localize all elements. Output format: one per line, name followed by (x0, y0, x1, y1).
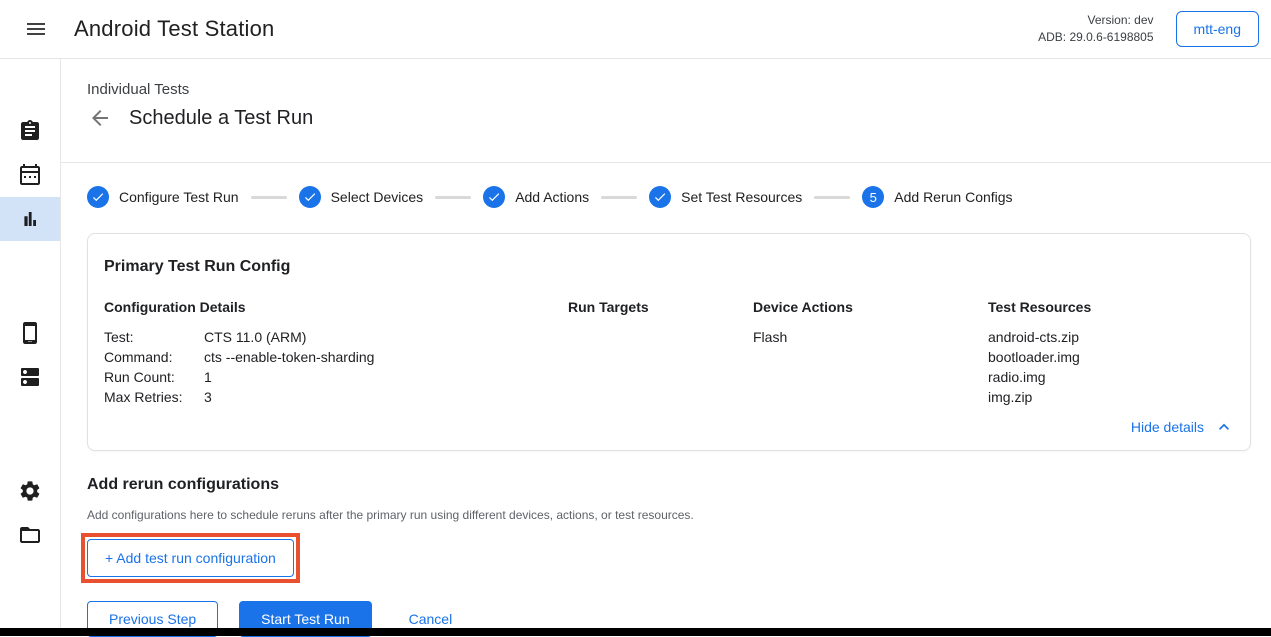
rerun-section: Add rerun configurations Add configurati… (61, 451, 1271, 583)
step-label: Set Test Resources (681, 189, 802, 205)
step-connector (601, 196, 637, 199)
card-title: Primary Test Run Config (104, 258, 1234, 276)
step-connector (814, 196, 850, 199)
config-value: CTS 11.0 (ARM) (204, 327, 568, 347)
config-row-max-retries: Max Retries: 3 (104, 387, 568, 407)
step-label: Configure Test Run (119, 189, 239, 205)
stepper-step-configure-test-run[interactable]: Configure Test Run (87, 186, 239, 208)
page-title: Schedule a Test Run (129, 107, 313, 130)
config-row-command: Command: cts --enable-token-sharding (104, 347, 568, 367)
config-value: 1 (204, 367, 568, 387)
calendar-icon (18, 163, 42, 187)
back-arrow-icon (88, 106, 112, 130)
test-resource-item: img.zip (988, 387, 1234, 407)
main-content: Individual Tests Schedule a Test Run Con… (61, 59, 1271, 637)
sidebar-item-hosts[interactable] (0, 355, 60, 399)
config-label: Run Count: (104, 367, 204, 387)
cancel-button[interactable]: Cancel (409, 611, 453, 627)
version-info: Version: dev ADB: 29.0.6-6198805 (1038, 12, 1153, 46)
step-connector (435, 196, 471, 199)
column-header: Device Actions (753, 299, 988, 315)
step-done-check-icon (483, 186, 505, 208)
sidebar-item-test-plans[interactable] (0, 109, 60, 153)
sidebar-item-schedule[interactable] (0, 153, 60, 197)
server-icon (18, 365, 42, 389)
stepper-step-select-devices[interactable]: Select Devices (299, 186, 424, 208)
clipboard-icon (18, 119, 42, 143)
step-done-check-icon (299, 186, 321, 208)
step-label: Add Actions (515, 189, 589, 205)
hide-details-link[interactable]: Hide details (104, 417, 1234, 437)
sidebar-item-devices[interactable] (0, 311, 60, 355)
step-number-badge: 5 (862, 186, 884, 208)
stepper-step-add-actions[interactable]: Add Actions (483, 186, 589, 208)
device-actions-column: Device Actions Flash (753, 299, 988, 407)
config-value: 3 (204, 387, 568, 407)
column-header: Run Targets (568, 299, 753, 315)
step-done-check-icon (87, 186, 109, 208)
adb-version-label: ADB: 29.0.6-6198805 (1038, 29, 1153, 46)
test-resources-column: Test Resources android-cts.zip bootloade… (988, 299, 1234, 407)
sidebar-item-file-browser[interactable] (0, 513, 60, 557)
stepper-step-set-test-resources[interactable]: Set Test Resources (649, 186, 802, 208)
add-test-run-configuration-button[interactable]: + Add test run configuration (87, 539, 294, 577)
bottom-bar (0, 628, 1271, 636)
config-label: Max Retries: (104, 387, 204, 407)
settings-icon (18, 479, 42, 503)
annotation-highlight-box: + Add test run configuration (81, 533, 300, 583)
rerun-section-title: Add rerun configurations (87, 476, 1247, 494)
config-details-column: Configuration Details Test: CTS 11.0 (AR… (104, 299, 568, 407)
test-resource-item: radio.img (988, 367, 1234, 387)
test-resource-item: android-cts.zip (988, 327, 1234, 347)
hide-details-label: Hide details (1131, 419, 1204, 435)
primary-config-card: Primary Test Run Config Configuration De… (87, 233, 1251, 451)
page-header: Individual Tests Schedule a Test Run (61, 59, 1271, 162)
device-action-item: Flash (753, 327, 988, 347)
config-value: cts --enable-token-sharding (204, 347, 568, 367)
chevron-up-icon (1214, 417, 1234, 437)
step-label: Select Devices (331, 189, 424, 205)
step-connector (251, 196, 287, 199)
stepper-step-add-rerun-configs[interactable]: 5 Add Rerun Configs (862, 186, 1012, 208)
app-title: Android Test Station (74, 16, 275, 42)
user-menu-button[interactable]: mtt-eng (1176, 11, 1259, 47)
step-label: Add Rerun Configs (894, 189, 1012, 205)
app-bar: Android Test Station Version: dev ADB: 2… (0, 0, 1271, 59)
menu-button[interactable] (20, 13, 52, 45)
test-resource-item: bootloader.img (988, 347, 1234, 367)
back-button[interactable] (88, 106, 112, 130)
column-header: Test Resources (988, 299, 1234, 315)
bar-chart-icon (18, 207, 42, 231)
version-label: Version: dev (1038, 12, 1153, 29)
sidebar (0, 59, 61, 628)
breadcrumb: Individual Tests (87, 81, 1247, 98)
config-label: Command: (104, 347, 204, 367)
config-row-test: Test: CTS 11.0 (ARM) (104, 327, 568, 347)
sidebar-item-test-runs[interactable] (0, 197, 60, 241)
column-header: Configuration Details (104, 299, 568, 315)
rerun-section-description: Add configurations here to schedule reru… (87, 508, 1247, 522)
sidebar-item-settings[interactable] (0, 469, 60, 513)
smartphone-icon (18, 321, 42, 345)
folder-icon (18, 523, 42, 547)
step-number: 5 (870, 190, 877, 205)
config-label: Test: (104, 327, 204, 347)
config-row-run-count: Run Count: 1 (104, 367, 568, 387)
stepper: Configure Test Run Select Devices Add Ac… (61, 163, 1271, 208)
run-targets-column: Run Targets (568, 299, 753, 407)
step-done-check-icon (649, 186, 671, 208)
hamburger-icon (24, 17, 48, 41)
